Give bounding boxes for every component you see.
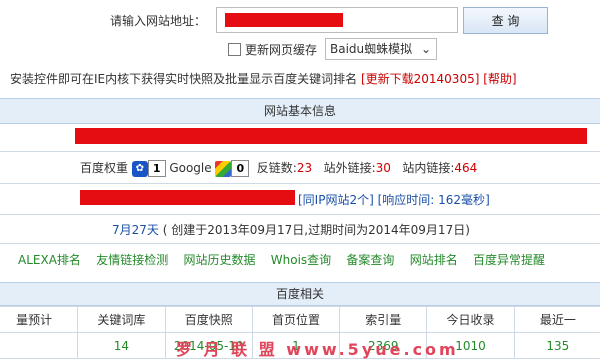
response-time-value: 162毫秒 — [438, 193, 486, 207]
outlinks-label: 站外链接: — [323, 161, 376, 175]
redacted-url — [225, 13, 343, 27]
redacted-ip — [80, 190, 295, 205]
baidu-paw-icon: ✿ — [131, 160, 148, 177]
baidu-weight-label: 百度权重 — [80, 161, 129, 175]
tool-link-alexa[interactable]: ALEXA排名 — [18, 253, 81, 267]
watermark: 罗 月 联 盟 www.5yue.com — [176, 340, 459, 359]
response-prefix: [响应时间: — [377, 193, 439, 207]
column-header: 索引量 — [339, 306, 428, 333]
cache-checkbox[interactable] — [228, 43, 241, 56]
help-link[interactable]: [帮助] — [483, 72, 516, 86]
row-divider — [0, 213, 600, 215]
same-ip-link[interactable]: [同IP网站2个] — [298, 193, 374, 207]
ip-info-row: [同IP网站2个] [响应时间: 162毫秒] — [298, 191, 490, 208]
row-divider — [0, 242, 600, 244]
column-header: 百度快照 — [164, 306, 253, 333]
tool-link-icp[interactable]: 备案查询 — [346, 253, 394, 267]
download-link[interactable]: [更新下载20140305] — [361, 72, 479, 86]
url-input[interactable] — [216, 7, 458, 33]
backlinks-label: 反链数: — [256, 161, 297, 175]
basic-info-header: 网站基本信息 — [0, 98, 600, 124]
column-header: 首页位置 — [251, 306, 341, 333]
tool-link-rank[interactable]: 网站排名 — [410, 253, 458, 267]
row-divider — [0, 150, 600, 152]
baidu-weight-value[interactable]: 1 — [147, 160, 166, 177]
column-header: 量预计 — [0, 306, 79, 333]
table-cell — [0, 332, 79, 359]
spider-mode-select[interactable]: Baidu蜘蛛模拟 ⌄ — [325, 38, 437, 60]
url-label: 请输入网站地址： — [110, 14, 207, 28]
tool-link-baidu-alert[interactable]: 百度异常提醒 — [473, 253, 545, 267]
backlinks-value[interactable]: 23 — [297, 161, 312, 175]
table-header-row: 量预计 关键词库 百度快照 首页位置 索引量 今日收录 最近一 — [0, 306, 600, 333]
cache-checkbox-label: 更新网页缓存 — [245, 43, 318, 57]
response-suffix: ] — [485, 193, 490, 207]
domain-age: 7月27天 — [112, 223, 159, 237]
table-cell[interactable]: 14 — [77, 332, 166, 359]
tool-link-history[interactable]: 网站历史数据 — [183, 253, 255, 267]
inlinks-label: 站内链接: — [402, 161, 455, 175]
column-header: 关键词库 — [77, 306, 166, 333]
baidu-related-header: 百度相关 — [0, 282, 600, 306]
query-button[interactable]: 查 询 — [463, 7, 548, 34]
column-header: 今日收录 — [426, 306, 515, 333]
column-header: 最近一 — [513, 306, 600, 333]
tool-links: ALEXA排名 友情链接检测 网站历史数据 Whois查询 备案查询 网站排名 … — [18, 251, 545, 268]
weights-row: 百度权重 ✿ 1 Google 0 反链数:23 站外链接:30 站内链接:464 — [80, 159, 477, 177]
tool-link-friend-links[interactable]: 友情链接检测 — [96, 253, 168, 267]
tool-link-whois[interactable]: Whois查询 — [271, 253, 331, 267]
notice-text: 安装控件即可在IE内核下获得实时快照及批量显示百度关键词排名 — [10, 72, 358, 86]
google-pr-icon — [215, 160, 232, 177]
domain-age-row: 7月27天 ( 创建于2013年09月17日,过期时间为2014年09月17日) — [112, 221, 470, 238]
row-divider — [0, 182, 600, 184]
redacted-site-title — [75, 128, 587, 144]
outlinks-value[interactable]: 30 — [376, 161, 391, 175]
google-pr-value[interactable]: 0 — [231, 160, 250, 177]
domain-age-detail: ( 创建于2013年09月17日,过期时间为2014年09月17日) — [162, 223, 470, 237]
table-cell[interactable]: 135 — [513, 332, 600, 359]
chevron-down-icon: ⌄ — [420, 42, 431, 56]
inlinks-value[interactable]: 464 — [454, 161, 477, 175]
notice-text-row: 安装控件即可在IE内核下获得实时快照及批量显示百度关键词排名 [更新下载2014… — [10, 70, 517, 87]
google-label: Google — [169, 161, 212, 175]
spider-mode-value: Baidu蜘蛛模拟 — [330, 42, 413, 56]
